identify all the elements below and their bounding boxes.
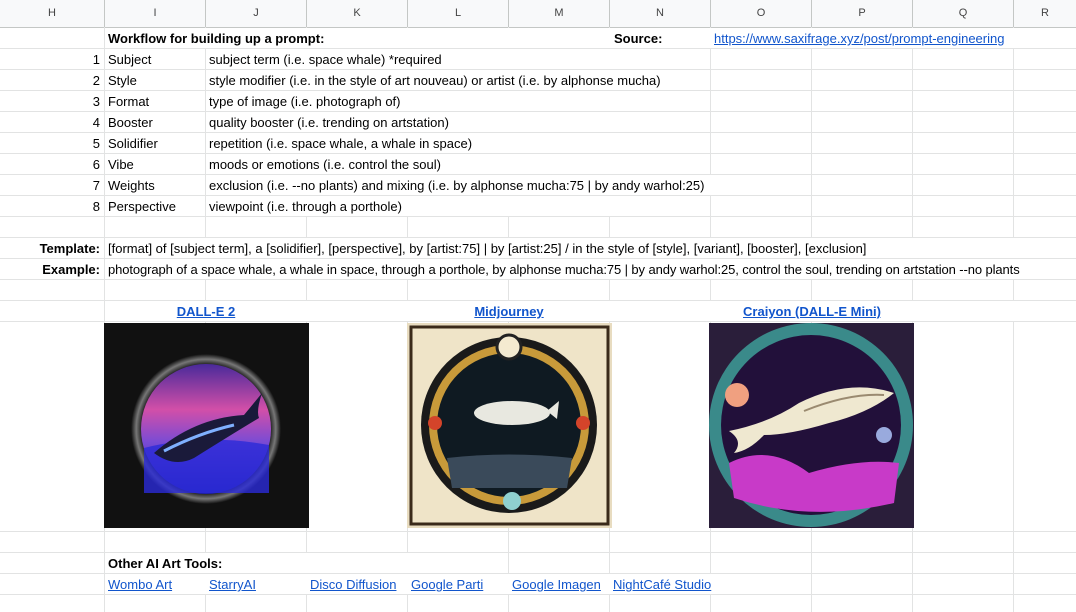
midjourney-link[interactable]: Midjourney — [408, 301, 610, 322]
row-number: 5 — [92, 136, 100, 151]
row-number: 7 — [92, 178, 100, 193]
column-header-k[interactable]: K — [307, 0, 408, 27]
starryai-link[interactable]: StarryAI — [209, 574, 256, 595]
example-label: Example: — [42, 262, 100, 277]
column-header-h[interactable]: H — [0, 0, 105, 27]
step-description: exclusion (i.e. --no plants) and mixing … — [209, 178, 705, 193]
disco-diffusion-link[interactable]: Disco Diffusion — [310, 574, 396, 595]
row-number: 3 — [92, 94, 100, 109]
template-label: Template: — [39, 241, 100, 256]
column-header-p[interactable]: P — [812, 0, 913, 27]
template-value: [format] of [subject term], a [solidifie… — [108, 241, 867, 256]
google-parti-link[interactable]: Google Parti — [411, 574, 483, 595]
row-number: 1 — [92, 52, 100, 67]
wombo-art-link[interactable]: Wombo Art — [108, 574, 172, 595]
column-header-m[interactable]: M — [509, 0, 610, 27]
step-description: viewpoint (i.e. through a porthole) — [209, 199, 402, 214]
row-number: 2 — [92, 73, 100, 88]
column-header-j[interactable]: J — [206, 0, 307, 27]
craiyon-link[interactable]: Craiyon (DALL-E Mini) — [711, 301, 913, 322]
column-header-row: H I J K L M N O P Q R — [0, 0, 1076, 28]
step-name: Style — [108, 73, 137, 88]
source-link[interactable]: https://www.saxifrage.xyz/post/prompt-en… — [714, 28, 1004, 49]
row-number: 8 — [92, 199, 100, 214]
row-number: 6 — [92, 157, 100, 172]
craiyon-whale-image — [709, 323, 914, 528]
dalle2-link[interactable]: DALL-E 2 — [105, 301, 307, 322]
column-header-q[interactable]: Q — [913, 0, 1014, 27]
column-header-l[interactable]: L — [408, 0, 509, 27]
step-description: repetition (i.e. space whale, a whale in… — [209, 136, 473, 151]
step-description: style modifier (i.e. in the style of art… — [209, 73, 661, 88]
column-header-n[interactable]: N — [610, 0, 711, 27]
step-name: Perspective — [108, 199, 176, 214]
step-name: Subject — [108, 52, 152, 67]
step-name: Format — [108, 94, 150, 109]
step-name: Booster — [108, 115, 153, 130]
workflow-title: Workflow for building up a prompt: — [108, 31, 325, 46]
dalle2-whale-image — [104, 323, 309, 528]
step-name: Weights — [108, 178, 155, 193]
step-description: type of image (i.e. photograph of) — [209, 94, 401, 109]
nightcafe-studio-link[interactable]: NightCafé Studio — [613, 574, 711, 595]
step-name: Vibe — [108, 157, 134, 172]
step-description: subject term (i.e. space whale) *require… — [209, 52, 442, 67]
midjourney-whale-image — [407, 323, 612, 528]
column-header-r[interactable]: R — [1014, 0, 1076, 27]
row-number: 4 — [92, 115, 100, 130]
step-description: quality booster (i.e. trending on artsta… — [209, 115, 449, 130]
step-description: moods or emotions (i.e. control the soul… — [209, 157, 441, 172]
google-imagen-link[interactable]: Google Imagen — [512, 574, 601, 595]
step-name: Solidifier — [108, 136, 158, 151]
column-header-i[interactable]: I — [105, 0, 206, 27]
column-header-o[interactable]: O — [711, 0, 812, 27]
example-value: photograph of a space whale, a whale in … — [108, 262, 1020, 277]
other-tools-title: Other AI Art Tools: — [108, 556, 223, 571]
source-label: Source: — [614, 31, 663, 46]
